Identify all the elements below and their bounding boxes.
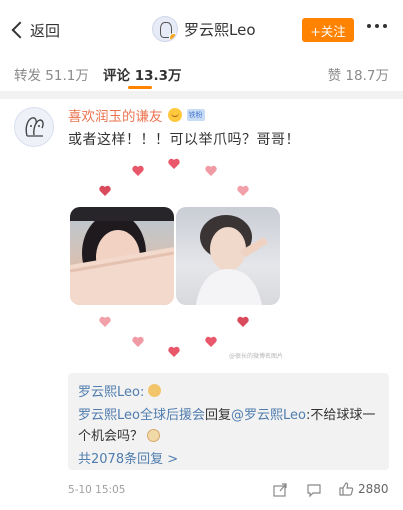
reply-word: 回复: [204, 408, 231, 423]
heart-icon: [237, 185, 249, 196]
back-label: 返回: [30, 21, 61, 40]
comment-photo-right[interactable]: [176, 207, 280, 305]
heart-icon: [205, 336, 217, 347]
comment-text: 或者这样！！！可以举爪吗？哥哥！: [68, 132, 300, 148]
share-icon[interactable]: [272, 482, 288, 498]
page-title[interactable]: 罗云熙Leo: [152, 16, 256, 42]
reply-item: 罗云熙Leo全球后援会回复@罗云熙Leo:不给球球一个机会吗？: [78, 405, 378, 447]
tab-comment[interactable]: 评论 13.3万: [103, 64, 182, 84]
avatar: [152, 16, 178, 42]
tab-repost[interactable]: 转发 51.1万: [14, 64, 89, 84]
fan-badge: 铁粉: [186, 109, 205, 121]
divider: [0, 91, 403, 99]
more-icon[interactable]: [367, 24, 387, 28]
muscle-emoji-icon: [148, 384, 162, 397]
back-button[interactable]: 返回: [10, 18, 60, 42]
heart-icon: [99, 316, 111, 327]
avatar[interactable]: [14, 107, 54, 147]
reply-author[interactable]: 罗云熙Leo全球后援会: [78, 408, 205, 423]
comment-author: 喜欢润玉的谦友 铁粉: [68, 105, 205, 125]
page-title-text: 罗云熙Leo: [184, 20, 256, 39]
photo-portrait-right: [196, 215, 268, 305]
reply-mention[interactable]: @罗云熙Leo: [231, 408, 306, 423]
like-count: 2880: [358, 482, 389, 496]
heart-icon: [168, 158, 180, 169]
back-icon: [11, 21, 29, 39]
comment-icon[interactable]: [306, 482, 322, 498]
heart-icon: [99, 185, 111, 196]
photo-portrait-left: [70, 207, 174, 305]
heart-icon: [132, 165, 144, 176]
nav-bar: 返回 罗云熙Leo +关注: [0, 0, 403, 58]
comment-photo-left[interactable]: [70, 207, 174, 305]
cat-emoji-icon: [147, 429, 161, 442]
emoji-badge-icon: [167, 108, 182, 122]
tab-like[interactable]: 赞 18.7万: [328, 64, 389, 84]
tab-indicator: [128, 86, 152, 89]
thumbs-up-icon: [339, 482, 354, 496]
image-watermark: @很长的微博名图片: [229, 353, 284, 360]
follow-button[interactable]: +关注: [302, 18, 354, 42]
action-icons: [272, 482, 322, 498]
heart-icon: [168, 346, 180, 357]
like-button[interactable]: 2880: [338, 481, 389, 497]
avatar-doodle-icon: [25, 117, 44, 137]
verified-badge-icon: [169, 33, 177, 41]
more-replies-link[interactable]: 共2078条回复 >: [78, 448, 178, 467]
replies-box[interactable]: 罗云熙Leo: 罗云熙Leo全球后援会回复@罗云熙Leo:不给球球一个机会吗？ …: [68, 373, 389, 470]
username[interactable]: 喜欢润玉的谦友: [68, 105, 163, 125]
reply-item: 罗云熙Leo:: [78, 381, 162, 400]
heart-icon: [205, 165, 217, 176]
timestamp: 5-10 15:05: [68, 484, 126, 496]
heart-icon: [132, 336, 144, 347]
reply-author[interactable]: 罗云熙Leo:: [78, 381, 144, 400]
tab-bar: 转发 51.1万 评论 13.3万 赞 18.7万: [0, 58, 403, 90]
heart-icon: [237, 316, 249, 327]
